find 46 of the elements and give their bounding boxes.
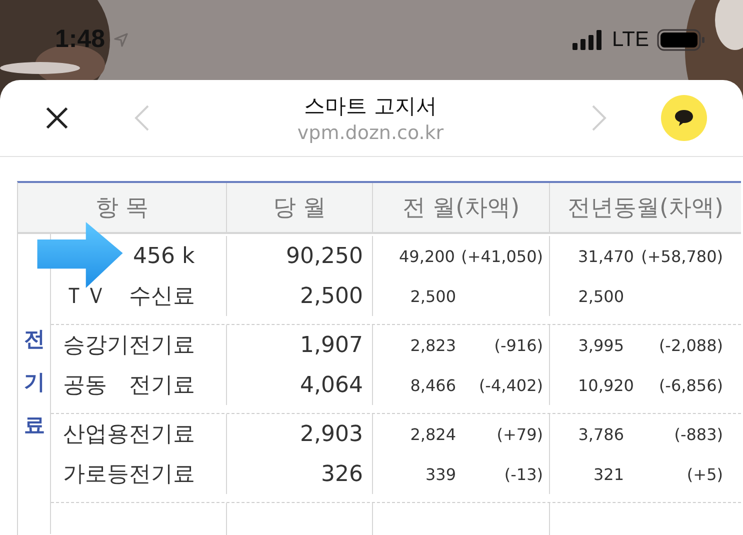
table-cell: 31,470	[578, 246, 634, 266]
table-cell: 8,466	[410, 376, 456, 394]
table-cell-text: 339	[424, 464, 456, 484]
chat-button[interactable]	[661, 95, 707, 141]
table-cell: (-883)	[674, 424, 723, 444]
table-cell: 2,500	[226, 276, 372, 316]
table-cell-text: 456 k	[132, 242, 196, 270]
table-cell: 3,786	[578, 424, 624, 444]
table-cell: (+5)	[686, 464, 723, 484]
column-header: 전년동월(차액)	[549, 183, 741, 232]
table-cell: 2,500	[578, 286, 624, 306]
table-cell: 90,250	[226, 236, 372, 276]
table-cell: (-4,402)	[478, 376, 543, 394]
table-cell: (+58,780)	[641, 246, 723, 266]
column-header: 항 목	[94, 194, 150, 223]
table-cell: 4,064	[226, 365, 372, 405]
column-header: 전 월(차액)	[372, 183, 549, 232]
table-cell-text: 공동 전기료	[62, 372, 196, 400]
table-cell-text: 산업용전기료	[62, 421, 196, 449]
table-cell: 2,500	[410, 286, 456, 306]
table-cell: 49,200	[399, 246, 454, 266]
table-cell: (-13)	[504, 464, 543, 484]
table-cell: 2,903	[226, 414, 372, 454]
table-cell-text: 가로등전기료	[62, 461, 196, 489]
location-arrow-icon	[113, 32, 130, 48]
page-url: vpm.dozn.co.kr	[297, 122, 444, 144]
table-cell: 3,995	[578, 336, 624, 354]
network-type: LTE	[612, 28, 649, 52]
table-cell: 2,824	[410, 424, 456, 444]
column-header: 당 월	[226, 183, 372, 232]
table-cell: 1,907	[226, 325, 372, 365]
table-cell-text: 321	[592, 464, 624, 484]
table-cell: (+41,050)	[461, 246, 543, 266]
table-cell: (-916)	[494, 336, 543, 354]
signal-icon	[571, 30, 604, 50]
table-cell: (-2,088)	[658, 336, 723, 354]
status-time: 1:48	[55, 24, 106, 54]
page-title: 스마트 고지서	[304, 93, 437, 120]
battery-icon	[657, 29, 705, 51]
table-cell: 2,823	[410, 336, 456, 354]
table-cell-text: ＴＶ 수신료	[62, 283, 196, 311]
table-cell: (-6,856)	[658, 376, 723, 394]
table-cell: (+79)	[496, 424, 543, 444]
table-cell-text: 승강기전기료	[62, 332, 196, 360]
table-cell: 10,920	[578, 376, 634, 394]
table-cell: 326	[226, 454, 372, 494]
